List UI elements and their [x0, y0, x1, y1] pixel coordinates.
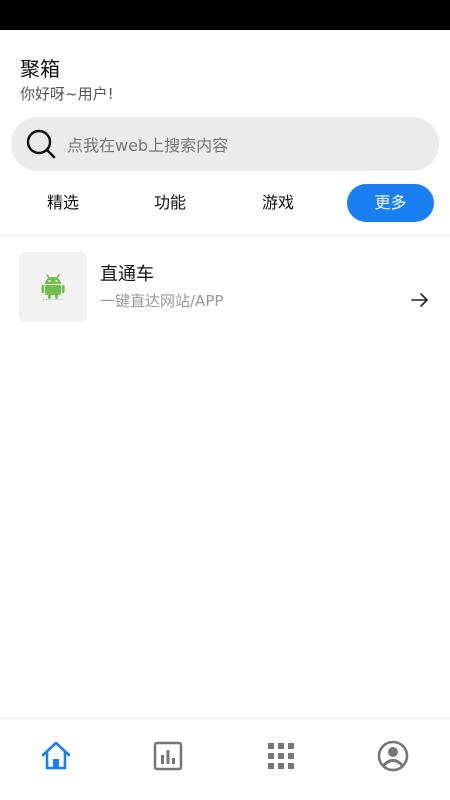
user-greeting: 你好呀~用户! [20, 85, 114, 103]
nav-apps[interactable] [264, 741, 298, 775]
status-bar [0, 0, 450, 30]
tab-games[interactable]: 游戏 [238, 184, 318, 222]
arrow-right-icon[interactable] [410, 290, 430, 310]
search-placeholder: 点我在web上搜索内容 [67, 136, 229, 155]
nav-home[interactable] [39, 741, 73, 775]
search-icon [25, 128, 57, 160]
list-item[interactable]: 直通车 一键直达网站/APP [0, 252, 450, 324]
divider [0, 235, 450, 236]
item-title: 直通车 [100, 264, 154, 285]
category-tabs: 精选 功能 游戏 更多 [0, 184, 450, 222]
home-icon [39, 739, 73, 777]
item-thumbnail [19, 252, 87, 322]
nav-stats[interactable] [151, 741, 185, 775]
tab-featured[interactable]: 精选 [23, 184, 103, 222]
profile-icon [376, 739, 410, 777]
app-title: 聚箱 [20, 57, 60, 81]
bottom-navigation [0, 718, 450, 800]
tab-more[interactable]: 更多 [347, 184, 434, 222]
grid-icon [267, 742, 295, 774]
tab-functions[interactable]: 功能 [130, 184, 210, 222]
search-bar[interactable]: 点我在web上搜索内容 [11, 117, 439, 171]
chart-icon [152, 740, 184, 776]
app-header: 聚箱 你好呀~用户! [20, 57, 114, 103]
item-subtitle: 一键直达网站/APP [100, 292, 224, 310]
android-icon [37, 269, 69, 305]
nav-profile[interactable] [376, 739, 410, 777]
